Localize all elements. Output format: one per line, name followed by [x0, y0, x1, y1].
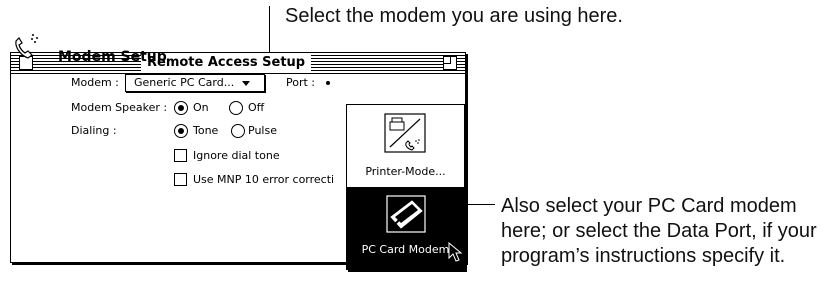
modem-label: Modem :	[71, 76, 119, 89]
modem-select-value: Generic PC Card...	[134, 76, 235, 89]
dialing-pulse-label[interactable]: Pulse	[248, 124, 277, 138]
mouse-pointer-icon	[448, 242, 462, 262]
mnp10-checkbox[interactable]	[174, 173, 187, 186]
port-item-printer-modem[interactable]: Printer-Mode...	[347, 105, 464, 187]
port-label: Port :	[286, 76, 316, 89]
port-item-label: Printer-Mode...	[365, 165, 446, 178]
port-item-pc-card-modem[interactable]: PC Card Modem	[347, 187, 464, 269]
port-selection-dot	[326, 81, 330, 85]
port-item-label: PC Card Modem	[361, 243, 450, 256]
modem-speaker-label: Modem Speaker :	[71, 101, 168, 114]
dialing-tone-label[interactable]: Tone	[193, 124, 218, 138]
telephone-icon	[15, 34, 38, 59]
printer-modem-icon	[384, 113, 426, 153]
speaker-off-label[interactable]: Off	[248, 101, 264, 115]
callout-select-port: Also select your PC Card modem here; or …	[501, 195, 817, 267]
modem-select[interactable]: Generic PC Card...	[125, 74, 265, 92]
speaker-on-label[interactable]: On	[193, 101, 209, 115]
dialing-pulse-radio[interactable]	[231, 124, 245, 138]
ignore-dial-tone-label[interactable]: Ignore dial tone	[193, 149, 280, 163]
section-title: Modem Setup	[58, 49, 167, 65]
zoom-box-icon[interactable]	[443, 56, 457, 70]
chevron-down-icon	[242, 81, 250, 86]
callout-select-modem: Select the modem you are using here.	[285, 5, 623, 27]
callout-line-right	[465, 204, 495, 205]
dialing-label: Dialing :	[71, 124, 117, 137]
mnp10-label[interactable]: Use MNP 10 error correcti	[193, 173, 334, 187]
dialing-tone-radio[interactable]	[174, 124, 188, 138]
pc-card-modem-icon	[386, 195, 426, 233]
ignore-dial-tone-checkbox[interactable]	[174, 149, 187, 162]
speaker-off-radio[interactable]	[229, 101, 243, 115]
speaker-on-radio[interactable]	[174, 101, 188, 115]
